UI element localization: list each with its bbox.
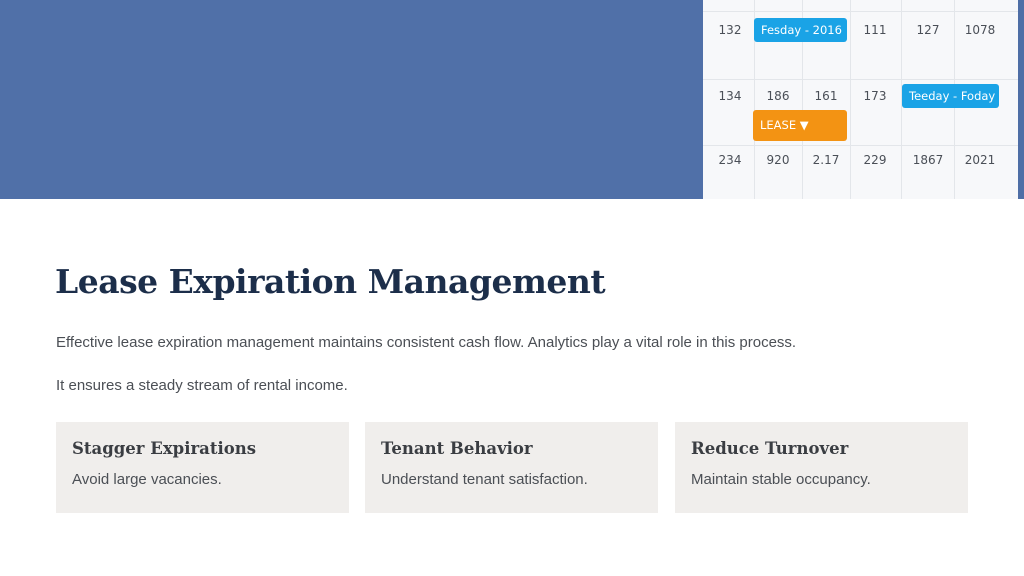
- grid-line: [703, 145, 1018, 146]
- calendar-cell: 173: [863, 89, 887, 103]
- card-title: Reduce Turnover: [691, 439, 849, 458]
- calendar-event-pill: Fesday - 2016: [754, 18, 847, 42]
- grid-line: [703, 11, 1018, 12]
- card-text: Maintain stable occupancy.: [691, 471, 871, 488]
- calendar-cell: 1078: [964, 23, 996, 37]
- hero-banner: 132 111 127 1078 134 186 161 173 234 920…: [0, 0, 1024, 199]
- card-text: Understand tenant satisfaction.: [381, 471, 588, 488]
- banner-edge: [1018, 0, 1024, 199]
- card-text: Avoid large vacancies.: [72, 471, 222, 488]
- calendar-cell: 234: [718, 153, 742, 167]
- calendar-grid: 132 111 127 1078 134 186 161 173 234 920…: [703, 0, 1018, 199]
- card-reduce-turnover: Reduce Turnover Maintain stable occupanc…: [675, 422, 968, 513]
- calendar-cell: 920: [766, 153, 790, 167]
- card-tenant-behavior: Tenant Behavior Understand tenant satisf…: [365, 422, 658, 513]
- calendar-photo: 132 111 127 1078 134 186 161 173 234 920…: [703, 0, 1018, 199]
- intro-paragraph: Effective lease expiration management ma…: [56, 334, 797, 351]
- calendar-cell: 2021: [964, 153, 996, 167]
- card-title: Tenant Behavior: [381, 439, 533, 458]
- calendar-cell: 134: [718, 89, 742, 103]
- card-stagger-expirations: Stagger Expirations Avoid large vacancie…: [56, 422, 349, 513]
- lease-event-pill: LEASE ▼: [753, 110, 847, 141]
- calendar-cell: 132: [718, 23, 742, 37]
- calendar-event-pill: Teeday - Foday: [902, 84, 999, 108]
- calendar-cell: 186: [766, 89, 790, 103]
- calendar-cell: 229: [863, 153, 887, 167]
- calendar-cell: 2.17: [812, 153, 840, 167]
- page-title: Lease Expiration Management: [55, 262, 606, 301]
- calendar-cell: 1867: [912, 153, 944, 167]
- calendar-cell: 111: [863, 23, 887, 37]
- summary-paragraph: It ensures a steady stream of rental inc…: [56, 377, 348, 394]
- calendar-cell: 127: [916, 23, 940, 37]
- card-title: Stagger Expirations: [72, 439, 257, 458]
- grid-line: [703, 79, 1018, 80]
- calendar-cell: 161: [814, 89, 838, 103]
